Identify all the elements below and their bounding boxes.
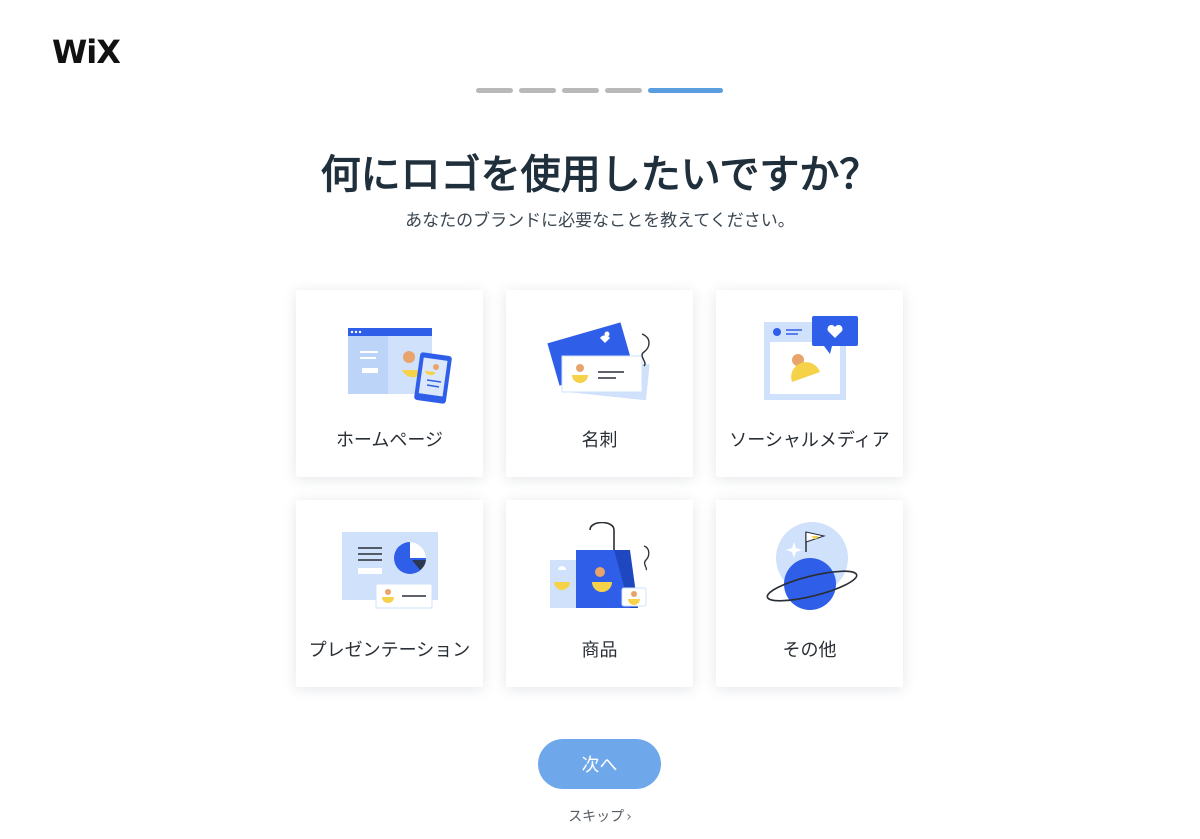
option-label-social-media: ソーシャルメディア: [729, 430, 890, 451]
progress-step-3: [562, 88, 599, 93]
option-card-business-card[interactable]: 名刺: [506, 290, 693, 477]
option-card-homepage[interactable]: ホームページ: [296, 290, 483, 477]
presentation-icon: [342, 532, 438, 609]
progress-step-4: [605, 88, 642, 93]
option-label-business-card: 名刺: [581, 430, 618, 451]
progress-step-1: [476, 88, 513, 93]
options-grid: ホームページ 名刺 ソーシャルメディア プレゼンテーション 商品 その他: [296, 290, 903, 687]
next-button[interactable]: 次へ: [538, 739, 661, 789]
skip-link[interactable]: スキップ ›: [0, 806, 1200, 826]
progress-step-2: [519, 88, 556, 93]
option-card-product[interactable]: 商品: [506, 500, 693, 687]
homepage-icon: [348, 328, 452, 404]
option-label-product: 商品: [581, 640, 618, 661]
business-card-icon: [547, 322, 650, 401]
chevron-right-icon: ›: [626, 809, 632, 825]
social-media-icon: [764, 316, 858, 400]
option-card-social-media[interactable]: ソーシャルメディア: [716, 290, 903, 477]
wix-logo[interactable]: WiX: [52, 33, 121, 71]
progress-indicator: [476, 88, 723, 93]
other-planet-icon: [766, 522, 858, 610]
option-label-homepage: ホームページ: [335, 430, 444, 451]
skip-label: スキップ: [568, 809, 625, 825]
option-card-presentation[interactable]: プレゼンテーション: [296, 500, 483, 687]
option-label-presentation: プレゼンテーション: [308, 640, 471, 661]
progress-step-5-active: [648, 88, 723, 93]
option-card-other[interactable]: その他: [716, 500, 903, 687]
page-title: 何にロゴを使用したいですか？: [320, 152, 880, 198]
product-icon: [550, 522, 650, 608]
page-subtitle: あなたのブランドに必要なことを教えてください。: [405, 211, 795, 231]
option-label-other: その他: [782, 640, 837, 661]
